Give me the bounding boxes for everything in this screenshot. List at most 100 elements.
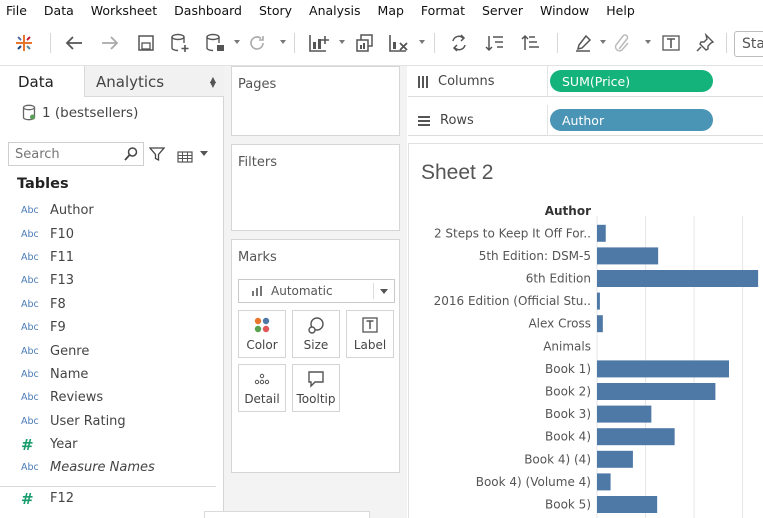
- field-item-name[interactable]: Abc Name: [0, 363, 223, 386]
- bar-mark-icon: [252, 286, 262, 296]
- field-item-f9[interactable]: Abc F9: [0, 316, 223, 339]
- forward-arrow-icon[interactable]: [99, 32, 121, 54]
- view-options-chevron-down-icon[interactable]: [200, 151, 208, 156]
- swap-rows-columns-icon[interactable]: [447, 32, 471, 54]
- field-item-genre[interactable]: Abc Genre: [0, 339, 223, 362]
- bar[interactable]: [597, 450, 633, 468]
- bar[interactable]: [597, 360, 729, 378]
- filters-card-title: Filters: [238, 155, 277, 170]
- datasource-item[interactable]: 1 (bestsellers): [22, 104, 138, 121]
- menu-data[interactable]: Data: [44, 3, 74, 18]
- bar[interactable]: [597, 270, 759, 287]
- back-arrow-icon[interactable]: [63, 32, 85, 54]
- detail-dots-icon: [253, 368, 271, 390]
- menu-server[interactable]: Server: [482, 3, 523, 18]
- tooltip-button[interactable]: Tooltip: [292, 364, 340, 412]
- filter-icon[interactable]: [148, 146, 166, 166]
- field-item-f12[interactable]: # F12: [0, 487, 223, 510]
- bar[interactable]: [597, 428, 675, 446]
- menu-file[interactable]: File: [6, 3, 27, 18]
- menu-map[interactable]: Map: [378, 3, 404, 18]
- menu-dashboard[interactable]: Dashboard: [174, 3, 242, 18]
- search-input[interactable]: [9, 143, 121, 166]
- field-name: Measure Names: [50, 460, 155, 476]
- field-item-f11[interactable]: Abc F11: [0, 246, 223, 269]
- detail-button[interactable]: Detail: [238, 364, 286, 412]
- search-icon[interactable]: [123, 146, 139, 166]
- label-button[interactable]: Label: [346, 310, 394, 358]
- highlight-pen-icon[interactable]: [571, 32, 595, 54]
- refresh-icon[interactable]: [246, 32, 268, 54]
- bar[interactable]: [597, 292, 600, 310]
- row-label[interactable]: 2 Steps to Keep It Off For..: [434, 226, 591, 240]
- tables-heading: Tables: [17, 176, 69, 192]
- string-type-icon: Abc: [21, 251, 39, 263]
- show-me-button[interactable]: Sta: [734, 31, 763, 57]
- sum-price-pill[interactable]: SUM(Price): [550, 70, 713, 92]
- menu-story[interactable]: Story: [259, 3, 292, 18]
- bar[interactable]: [597, 224, 606, 242]
- field-search-box[interactable]: [8, 142, 144, 166]
- show-labels-icon[interactable]: [659, 32, 683, 54]
- pin-icon[interactable]: [693, 32, 717, 54]
- bar[interactable]: [597, 315, 603, 333]
- field-item-f13[interactable]: Abc F13: [0, 269, 223, 292]
- row-label[interactable]: Book 2): [545, 385, 591, 399]
- pause-updates-icon[interactable]: [204, 32, 226, 54]
- tab-data[interactable]: Data: [0, 66, 84, 97]
- size-button[interactable]: Size: [292, 310, 340, 358]
- row-label[interactable]: Animals: [543, 339, 591, 353]
- tab-analytics[interactable]: Analytics ▲ ▼: [84, 66, 224, 97]
- menu-format[interactable]: Format: [421, 3, 465, 18]
- chevron-down-icon[interactable]: [380, 289, 388, 294]
- rows-shelf[interactable]: Rows Author: [408, 105, 763, 136]
- row-label[interactable]: Alex Cross: [528, 317, 591, 331]
- bar[interactable]: [597, 473, 611, 491]
- row-label[interactable]: Book 3): [545, 407, 591, 421]
- row-label[interactable]: 6th Edition: [526, 272, 591, 286]
- row-label[interactable]: 5th Edition: DSM-5: [479, 249, 591, 263]
- bar[interactable]: [597, 405, 652, 423]
- group-members-icon[interactable]: [611, 32, 635, 54]
- save-icon[interactable]: [135, 32, 157, 54]
- menu-help[interactable]: Help: [606, 3, 635, 18]
- row-label[interactable]: Book 1): [545, 362, 591, 376]
- menu-worksheet[interactable]: Worksheet: [91, 3, 157, 18]
- duplicate-sheet-icon[interactable]: [353, 32, 377, 54]
- row-label[interactable]: 2016 Edition (Official Stu..: [434, 294, 591, 308]
- author-pill[interactable]: Author: [550, 109, 713, 131]
- bar[interactable]: [597, 383, 716, 400]
- color-button[interactable]: Color: [238, 310, 286, 358]
- bar[interactable]: [597, 496, 658, 513]
- columns-shelf[interactable]: Columns SUM(Price): [408, 66, 763, 97]
- field-item-f8[interactable]: Abc F8: [0, 293, 223, 316]
- field-item-year[interactable]: # Year: [0, 433, 223, 456]
- clear-sheet-icon[interactable]: [387, 32, 411, 54]
- row-label[interactable]: Book 4) (Volume 4): [476, 475, 591, 489]
- measure-type-icon: #: [21, 435, 34, 454]
- tableau-logo-icon[interactable]: [13, 32, 35, 54]
- pages-card[interactable]: Pages: [231, 66, 400, 136]
- view-options-icon[interactable]: [177, 148, 193, 167]
- new-worksheet-icon[interactable]: [307, 32, 331, 54]
- field-item-author[interactable]: Abc Author: [0, 199, 223, 222]
- new-datasource-icon[interactable]: [169, 32, 191, 54]
- row-label[interactable]: Book 4) (4): [524, 452, 591, 466]
- row-label[interactable]: Book 5): [545, 498, 591, 512]
- menu-window[interactable]: Window: [540, 3, 589, 18]
- collapse-arrows-icon[interactable]: ▲ ▼: [210, 76, 216, 89]
- field-name: F8: [50, 296, 66, 312]
- bar[interactable]: [597, 247, 659, 265]
- sort-descending-icon[interactable]: [519, 32, 543, 54]
- field-item-user-rating[interactable]: Abc User Rating: [0, 410, 223, 433]
- row-label[interactable]: Book 4): [545, 430, 591, 444]
- mark-type-dropdown[interactable]: Automatic: [238, 279, 395, 303]
- field-item-measure-names[interactable]: Abc Measure Names: [0, 456, 223, 479]
- field-item-f10[interactable]: Abc F10: [0, 222, 223, 245]
- filters-card[interactable]: Filters: [231, 144, 400, 231]
- sort-ascending-icon[interactable]: [483, 32, 507, 54]
- menu-analysis[interactable]: Analysis: [309, 3, 361, 18]
- rows-label-text: Rows: [440, 113, 474, 128]
- field-item-reviews[interactable]: Abc Reviews: [0, 386, 223, 409]
- field-name: F12: [50, 491, 75, 507]
